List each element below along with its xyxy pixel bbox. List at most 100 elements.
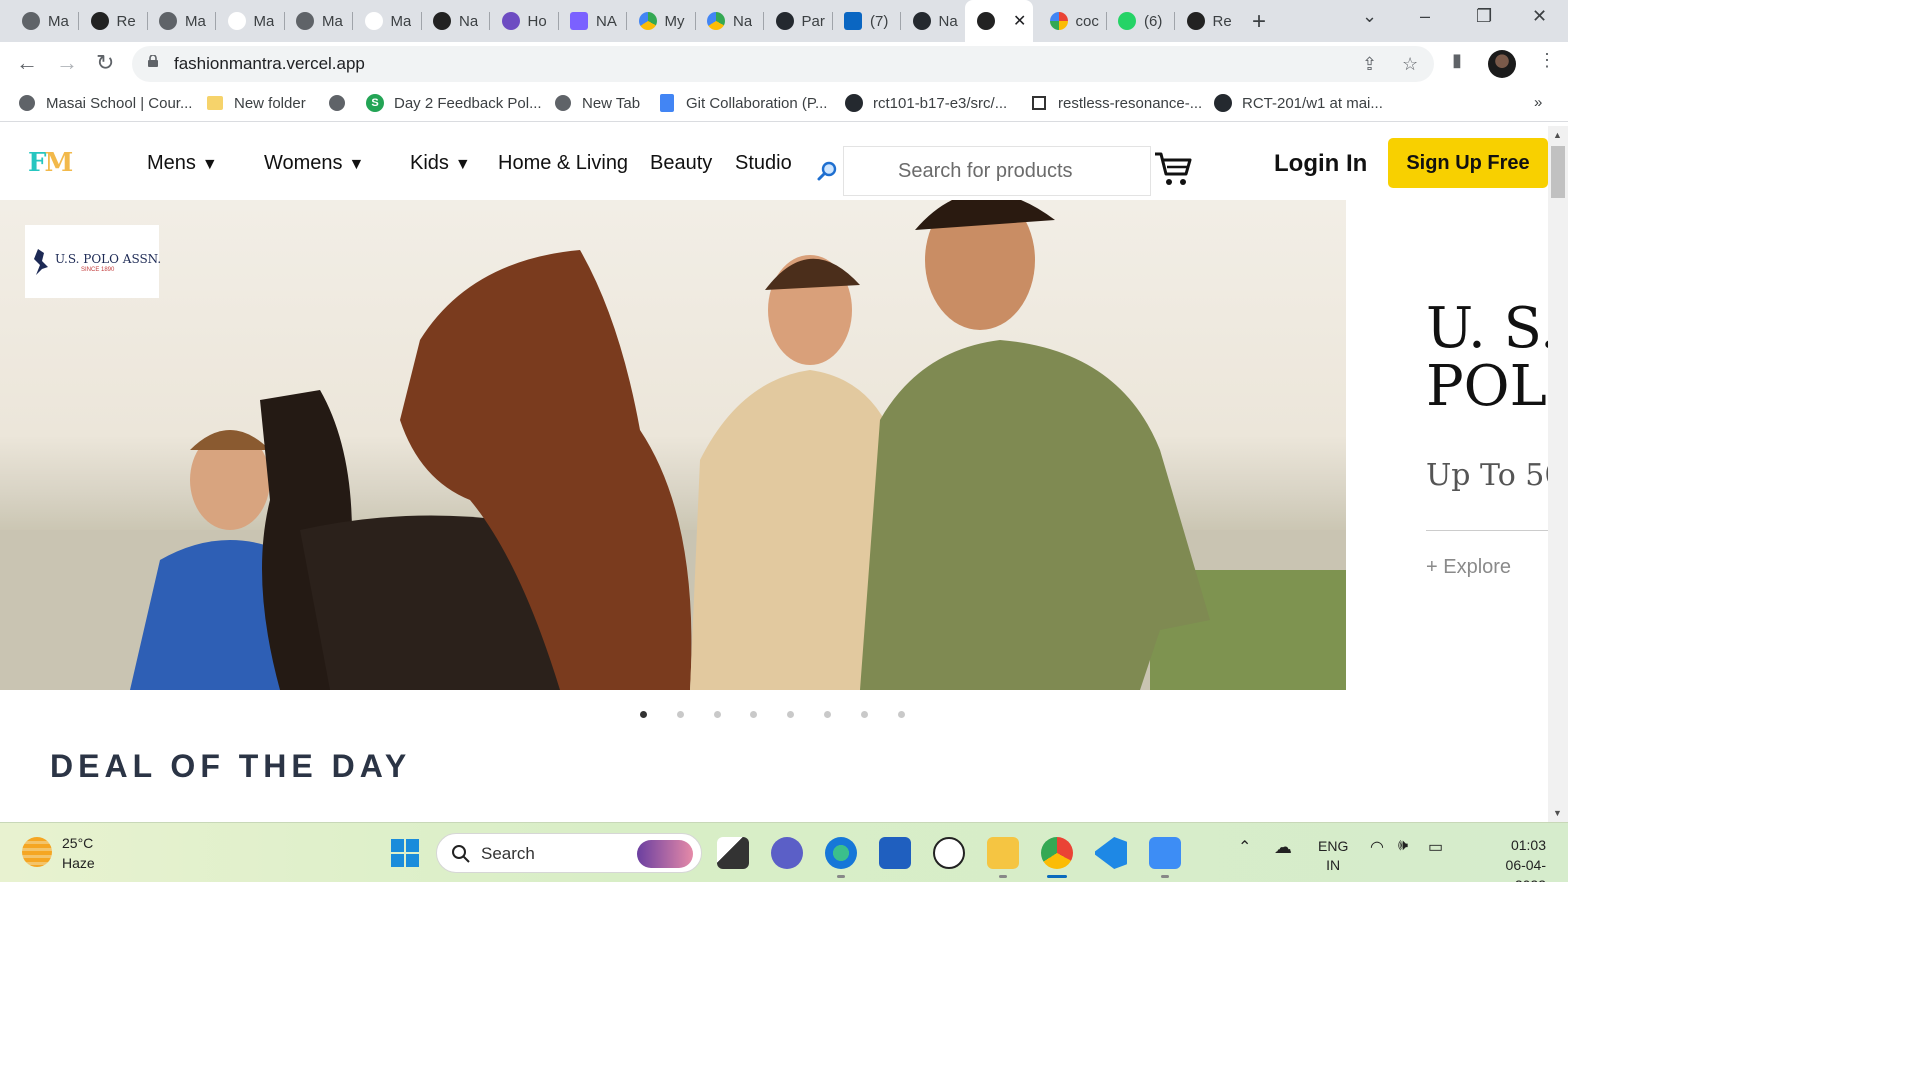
carousel-dot[interactable] [713, 711, 721, 718]
bookmark-item[interactable] [328, 94, 356, 112]
globe-icon [296, 12, 314, 30]
browser-tab[interactable]: My [627, 6, 693, 36]
browser-tab[interactable]: Re [79, 6, 145, 36]
bookmark-star-icon[interactable]: ☆ [1402, 54, 1418, 75]
explore-link[interactable]: + Explore [1426, 556, 1511, 579]
globe-icon [554, 94, 572, 112]
scroll-up-icon[interactable]: ▲ [1553, 130, 1562, 140]
site-logo[interactable]: FM [28, 148, 73, 178]
bookmark-item[interactable]: Git Collaboration (P... [658, 94, 827, 112]
browser-tab[interactable]: Na [695, 6, 761, 36]
carousel-dot[interactable] [860, 711, 868, 718]
hero-photo-illustration [0, 200, 1346, 690]
browser-tab[interactable]: Par [764, 6, 830, 36]
wifi-icon[interactable]: ◠ [1370, 837, 1384, 857]
browser-menu-icon[interactable]: ⋮ [1538, 50, 1556, 71]
bookmark-item[interactable]: rct101-b17-e3/src/... [845, 94, 1007, 112]
store-icon[interactable] [879, 837, 911, 869]
vscode-icon[interactable] [1095, 837, 1127, 869]
nav-mens-label: Mens [147, 152, 196, 174]
windows-start-icon[interactable] [389, 837, 421, 869]
globe-icon [18, 94, 36, 112]
caret-down-icon: ▼ [348, 156, 365, 173]
bookmark-item[interactable]: New Tab [554, 94, 640, 112]
login-link[interactable]: Login In [1274, 150, 1367, 178]
dell-icon[interactable] [933, 837, 965, 869]
tab-title: (6) [1144, 12, 1163, 30]
address-bar[interactable]: fashionmantra.vercel.app ⇪ ☆ [132, 46, 1434, 82]
scroll-down-icon[interactable]: ▼ [1553, 808, 1562, 818]
browser-tab[interactable]: coc [1038, 6, 1104, 36]
chrome-icon[interactable] [1041, 837, 1073, 878]
hero-next-slide-peek[interactable]: U. S. POL Up To 50 + Explore [1346, 200, 1548, 690]
back-arrow-icon[interactable]: ← [16, 50, 38, 76]
carousel-dot[interactable] [676, 711, 684, 718]
deal-of-the-day-heading: DEAL OF THE DAY [50, 748, 412, 784]
taskbar-search[interactable]: Search [436, 833, 702, 873]
carousel-dot[interactable] [640, 711, 647, 718]
system-clock[interactable]: 01:03 06-04-2023 [1492, 835, 1546, 882]
input-language[interactable]: ENG IN [1318, 837, 1348, 875]
edge-icon[interactable] [825, 837, 857, 878]
search-icon[interactable] [816, 160, 838, 182]
volume-icon[interactable]: 🕪 [1398, 837, 1408, 855]
browser-tab[interactable]: Ho [490, 6, 556, 36]
bookmark-item[interactable]: S Day 2 Feedback Pol... [366, 94, 542, 112]
nav-kids[interactable]: Kids ▼ [410, 152, 471, 175]
teams-chat-icon[interactable] [771, 837, 803, 869]
browser-tab[interactable]: Na [421, 6, 487, 36]
tab-search-chevron-icon[interactable]: ⌄ [1362, 6, 1377, 27]
tray-chevron-up-icon[interactable]: ⌃ [1238, 837, 1251, 857]
forward-arrow-icon[interactable]: → [56, 50, 78, 76]
browser-tab[interactable]: Ma [284, 6, 350, 36]
battery-icon[interactable]: ▭ [1428, 837, 1443, 857]
browser-tab[interactable]: Re [1175, 6, 1241, 36]
new-tab-button[interactable]: + [1252, 8, 1266, 36]
hero-banner-image[interactable]: U.S. POLO ASSN. SINCE 1890 [0, 200, 1346, 690]
task-view-icon[interactable] [717, 837, 749, 869]
window-close-icon[interactable]: ✕ [1532, 6, 1547, 27]
minimize-icon[interactable]: – [1420, 6, 1430, 27]
browser-tab[interactable]: NA [558, 6, 624, 36]
nav-home-living[interactable]: Home & Living [498, 152, 628, 175]
bookmark-item[interactable]: Masai School | Cour... [18, 94, 192, 112]
restore-icon[interactable]: ❐ [1476, 6, 1492, 27]
bookmark-item[interactable]: New folder [206, 94, 306, 112]
profile-avatar[interactable] [1488, 50, 1516, 78]
bookmark-item[interactable]: restless-resonance-... [1030, 94, 1202, 112]
browser-tab[interactable]: Na [901, 6, 967, 36]
browser-tab[interactable]: (6) [1106, 6, 1172, 36]
share-icon[interactable]: ⇪ [1362, 54, 1377, 75]
carousel-dot[interactable] [824, 711, 831, 718]
nav-beauty[interactable]: Beauty [650, 152, 712, 175]
notepad-icon[interactable] [1149, 837, 1181, 878]
cart-icon[interactable] [1153, 150, 1193, 188]
carousel-dot[interactable] [787, 711, 795, 718]
file-explorer-icon[interactable] [987, 837, 1019, 878]
browser-tab[interactable]: ✕ [965, 0, 1033, 42]
carousel-dot[interactable] [897, 711, 905, 718]
site-header: FM Mens ▼ Womens ▼ Kids ▼ Home & Living Bea… [0, 126, 1548, 200]
carousel-dot[interactable] [750, 711, 758, 718]
onedrive-cloud-icon[interactable]: ☁ [1274, 837, 1292, 858]
bookmark-item[interactable]: RCT-201/w1 at mai... [1214, 94, 1383, 112]
reload-icon[interactable]: ↻ [96, 50, 114, 76]
nav-womens[interactable]: Womens ▼ [264, 152, 364, 175]
browser-tab[interactable]: Ma [10, 6, 76, 36]
browser-tab[interactable]: Ma [353, 6, 419, 36]
bookmark-label: Masai School | Cour... [46, 94, 193, 112]
bookmarks-overflow-button[interactable]: » [1534, 94, 1542, 111]
browser-tab[interactable]: Ma [216, 6, 282, 36]
page-scrollbar[interactable]: ▲ ▼ [1548, 126, 1568, 822]
linkedin-icon [844, 12, 862, 30]
browser-tab[interactable]: (7) [832, 6, 898, 36]
side-panel-icon[interactable]: ▮ [1452, 50, 1462, 71]
signup-button[interactable]: Sign Up Free [1388, 138, 1548, 188]
nav-studio[interactable]: Studio [735, 152, 792, 175]
nav-mens[interactable]: Mens ▼ [147, 152, 218, 175]
scrollbar-thumb[interactable] [1551, 146, 1565, 198]
globe-icon [22, 12, 40, 30]
close-tab-icon[interactable]: ✕ [1013, 11, 1026, 31]
product-search-input[interactable] [844, 147, 1150, 195]
browser-tab[interactable]: Ma [147, 6, 213, 36]
